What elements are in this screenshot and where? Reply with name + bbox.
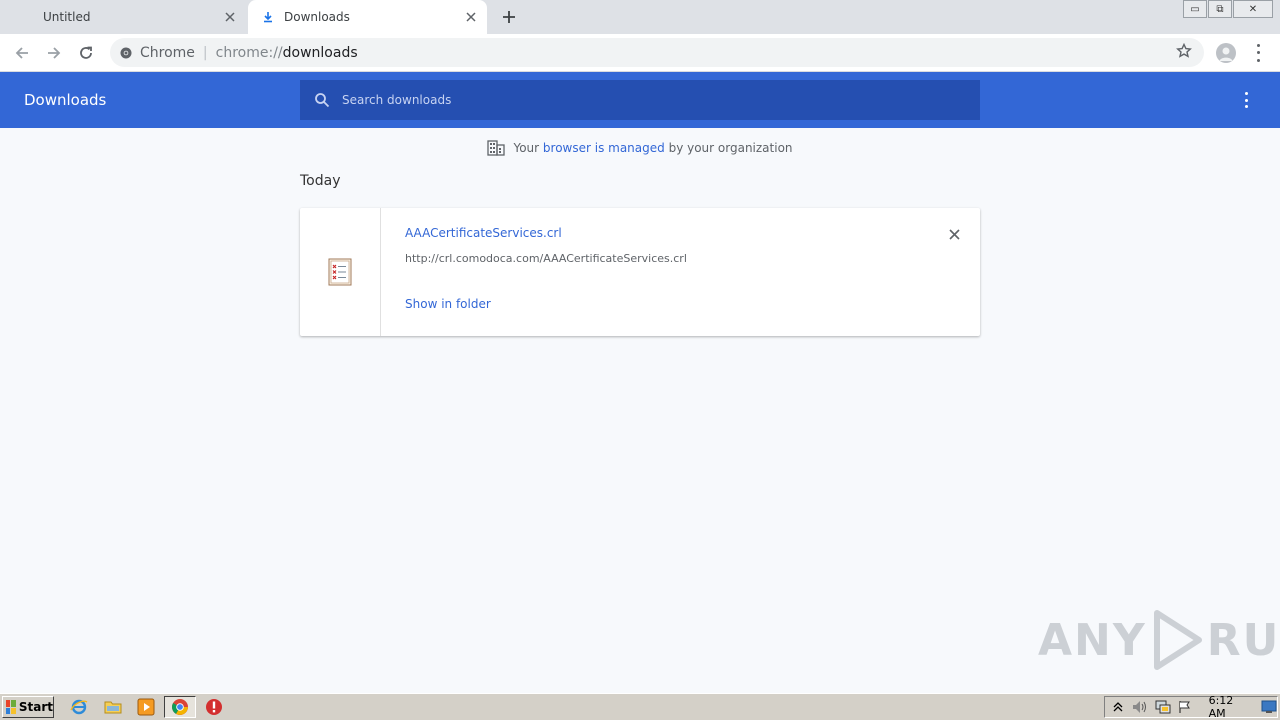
browser-menu-button[interactable] — [1252, 42, 1264, 64]
reload-icon — [80, 46, 92, 59]
search-input[interactable] — [342, 93, 942, 107]
chrome-site-icon — [120, 47, 132, 58]
menu-dot — [1244, 105, 1248, 108]
watermark-text-right: RUN — [1206, 614, 1280, 666]
browser-toolbar: Chrome | chrome:// downloads — [0, 34, 1280, 72]
tab-untitled[interactable]: Untitled — [0, 0, 246, 34]
arrow-right-icon — [48, 47, 61, 59]
stop-icon[interactable] — [205, 698, 223, 716]
chrome-icon — [172, 699, 188, 715]
new-tab-button[interactable] — [498, 6, 520, 28]
close-window-button[interactable]: ✕ — [1233, 0, 1273, 18]
windows-logo-icon — [6, 700, 16, 714]
file-source-url[interactable]: http://crl.comodoca.com/AAACertificateSe… — [405, 252, 687, 265]
menu-dot — [1256, 44, 1260, 48]
minimize-button[interactable]: ▭ — [1183, 0, 1207, 18]
play-logo-icon — [1153, 610, 1202, 670]
download-item: AAACertificateServices.crl http://crl.co… — [300, 208, 980, 336]
download-icon — [260, 9, 276, 25]
person-icon — [1219, 47, 1233, 61]
url-separator: | — [202, 44, 208, 61]
volume-icon[interactable] — [1132, 699, 1148, 715]
restore-button[interactable]: ⧉ — [1208, 0, 1232, 18]
star-icon — [1176, 42, 1192, 58]
flag-icon[interactable] — [1178, 699, 1192, 715]
system-tray: 6:12 AM — [1104, 694, 1278, 720]
browser-managed-link[interactable]: browser is managed — [543, 141, 665, 155]
remove-download-button[interactable] — [944, 224, 964, 244]
menu-dot — [1256, 58, 1260, 62]
network-icon[interactable] — [1155, 699, 1171, 715]
menu-dot — [1256, 51, 1260, 55]
media-player-icon[interactable] — [137, 698, 155, 716]
tab-close-button[interactable] — [461, 7, 481, 27]
managed-notice-suffix: by your organization — [664, 141, 793, 155]
menu-dot — [1244, 98, 1248, 102]
tab-downloads[interactable]: Downloads — [248, 0, 487, 34]
start-button[interactable]: Start — [2, 696, 54, 718]
managed-notice-prefix: Your — [513, 141, 543, 155]
windows-taskbar: Start 6:12 AM — [0, 693, 1280, 720]
building-icon — [487, 140, 506, 156]
file-name-link[interactable]: AAACertificateServices.crl — [405, 226, 562, 240]
url-host: downloads — [282, 44, 358, 61]
start-label: Start — [18, 700, 53, 714]
close-icon — [466, 12, 476, 22]
plus-icon — [503, 11, 515, 23]
close-icon — [225, 12, 235, 22]
url-scheme: chrome:// — [215, 44, 283, 61]
taskbar-clock[interactable]: 6:12 AM — [1209, 694, 1247, 720]
show-desktop-icon[interactable] — [1261, 700, 1277, 714]
reload-button[interactable] — [74, 41, 98, 65]
chrome-taskbar-button[interactable] — [164, 696, 196, 718]
bookmark-star-button[interactable] — [1176, 42, 1192, 63]
site-label: Chrome — [140, 44, 195, 61]
date-heading: Today — [300, 173, 341, 189]
file-icon-column — [300, 208, 381, 336]
search-box[interactable] — [300, 80, 980, 120]
show-hidden-icon[interactable] — [1111, 699, 1125, 715]
search-icon — [315, 93, 330, 108]
tab-title: Untitled — [43, 10, 91, 24]
forward-button[interactable] — [42, 41, 66, 65]
downloads-header: Downloads — [0, 72, 1280, 128]
back-button[interactable] — [10, 41, 34, 65]
arrow-left-icon — [15, 47, 28, 59]
watermark-text-left: ANY — [1038, 614, 1147, 666]
profile-avatar[interactable] — [1216, 43, 1236, 63]
tab-title: Downloads — [284, 10, 350, 24]
close-icon — [948, 228, 960, 240]
folder-icon[interactable] — [104, 698, 122, 716]
show-in-folder-link[interactable]: Show in folder — [405, 297, 491, 311]
anyrun-watermark: ANY RUN — [1038, 608, 1280, 672]
tab-strip: Untitled Downloads ▭ ⧉ ✕ — [0, 0, 1280, 34]
managed-notice: Your browser is managed by your organiza… — [0, 140, 1280, 156]
downloads-more-actions-button[interactable] — [1242, 92, 1250, 108]
certificate-file-icon — [328, 258, 352, 286]
tab-close-button[interactable] — [220, 7, 240, 27]
menu-dot — [1244, 92, 1248, 95]
page-title: Downloads — [24, 91, 107, 109]
ie-icon[interactable] — [70, 698, 88, 716]
address-bar[interactable]: Chrome | chrome:// downloads — [110, 38, 1204, 67]
